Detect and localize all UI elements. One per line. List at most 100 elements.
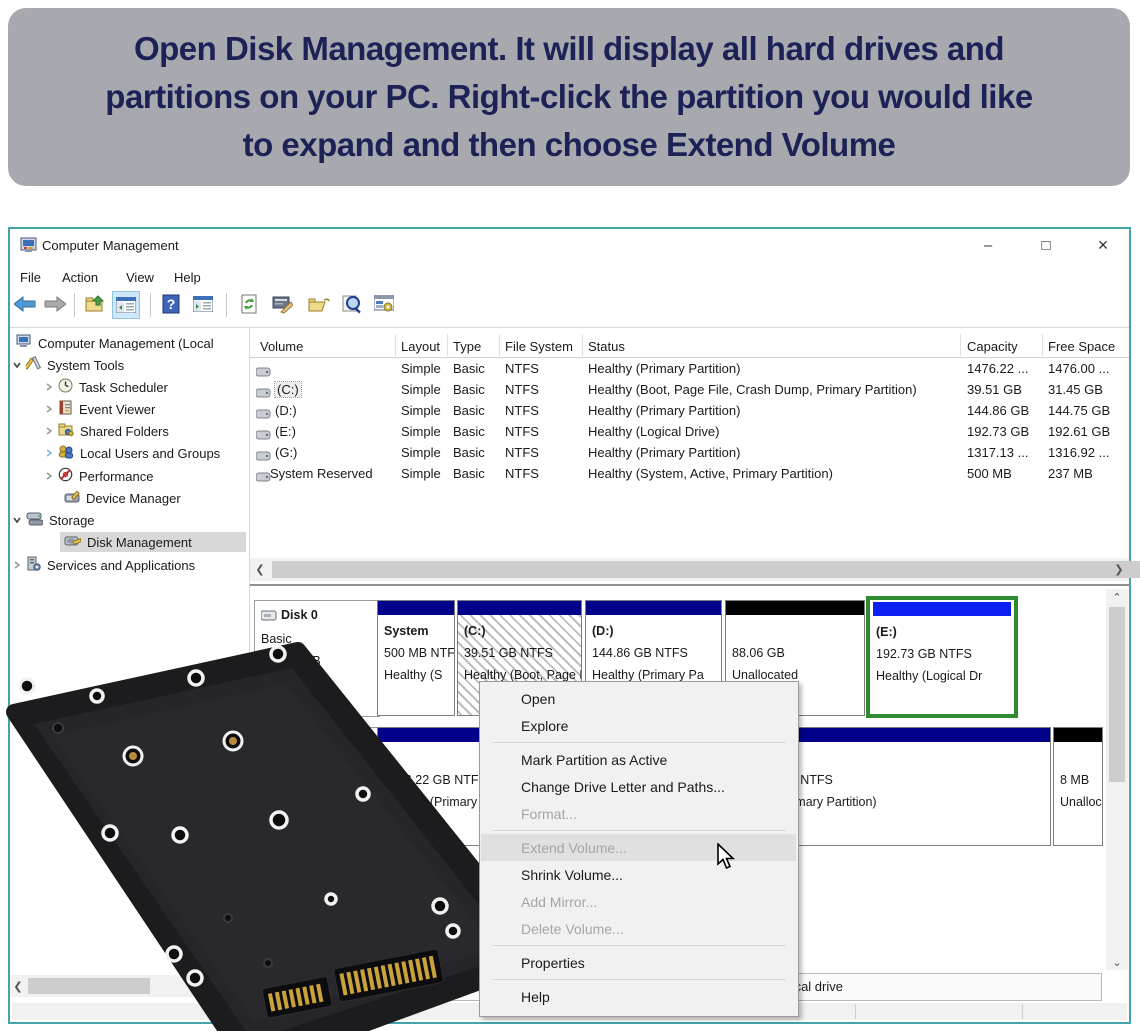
tree-item-task-scheduler[interactable]: Task Scheduler bbox=[44, 377, 168, 397]
tree-item-computer-management[interactable]: Computer Management (Local bbox=[16, 333, 214, 353]
list-horizontal-scrollbar[interactable]: ❮ ❯ bbox=[250, 558, 1129, 581]
table-row[interactable]: Simple Basic NTFS Healthy (Primary Parti… bbox=[250, 359, 1129, 380]
cell-fs: NTFS bbox=[505, 382, 539, 397]
cell-free: 237 MB bbox=[1048, 466, 1093, 481]
export-list-icon[interactable] bbox=[236, 291, 262, 317]
cell-type: Basic bbox=[453, 445, 485, 460]
disk0-name: Disk 0 bbox=[281, 608, 318, 622]
cell-status: Healthy (Primary Partition) bbox=[588, 403, 740, 418]
chevron-collapsed-icon[interactable] bbox=[44, 426, 54, 436]
menu-item-open[interactable]: Open bbox=[481, 685, 796, 712]
col-capacity[interactable]: Capacity bbox=[967, 339, 1018, 354]
partition-e[interactable]: (E:)192.73 GB NTFSHealthy (Logical Dr bbox=[866, 596, 1018, 718]
chevron-collapsed-icon[interactable] bbox=[44, 471, 54, 481]
tree-item-services-and-applications[interactable]: Services and Applications bbox=[12, 555, 195, 575]
cell-capacity: 500 MB bbox=[967, 466, 1012, 481]
chevron-expanded-icon[interactable] bbox=[12, 515, 22, 525]
scroll-up-icon[interactable]: ⌃ bbox=[1106, 589, 1128, 605]
tree-item-event-viewer[interactable]: Event Viewer bbox=[44, 399, 155, 419]
task-scheduler-icon bbox=[58, 378, 73, 396]
minimize-icon: – bbox=[984, 237, 992, 254]
cell-status: Healthy (System, Active, Primary Partiti… bbox=[588, 466, 833, 481]
maximize-icon: □ bbox=[1041, 237, 1050, 254]
console-window-icon[interactable] bbox=[190, 291, 216, 317]
col-type[interactable]: Type bbox=[453, 339, 481, 354]
partition-color-strip bbox=[458, 601, 581, 615]
tree-item-device-manager[interactable]: Device Manager bbox=[64, 488, 181, 508]
tree-item-storage[interactable]: Storage bbox=[12, 510, 95, 530]
col-layout[interactable]: Layout bbox=[401, 339, 440, 354]
tree-item-shared-folders[interactable]: Shared Folders bbox=[44, 421, 169, 441]
chevron-expanded-icon[interactable] bbox=[12, 360, 22, 370]
partition-color-strip bbox=[726, 601, 864, 615]
menu-item-help[interactable]: Help bbox=[481, 983, 796, 1010]
cell-fs: NTFS bbox=[505, 466, 539, 481]
menu-action[interactable]: Action bbox=[62, 270, 98, 285]
scroll-right-icon[interactable]: ❯ bbox=[1111, 558, 1127, 581]
tree-item-local-users-and-groups[interactable]: Local Users and Groups bbox=[44, 443, 220, 463]
chevron-collapsed-icon[interactable] bbox=[12, 560, 22, 570]
col-status[interactable]: Status bbox=[588, 339, 625, 354]
menu-help[interactable]: Help bbox=[174, 270, 201, 285]
device-manager-icon bbox=[64, 490, 80, 507]
tree-item-system-tools[interactable]: System Tools bbox=[12, 355, 124, 375]
cell-capacity: 144.86 GB bbox=[967, 403, 1029, 418]
volume-icon bbox=[256, 469, 271, 487]
table-row[interactable]: (C:) Simple Basic NTFS Healthy (Boot, Pa… bbox=[250, 380, 1129, 401]
col-free-space[interactable]: Free Space bbox=[1048, 339, 1115, 354]
cell-fs: NTFS bbox=[505, 445, 539, 460]
help-icon[interactable]: ? bbox=[158, 291, 184, 317]
cell-layout: Simple bbox=[401, 361, 441, 376]
up-folder-icon[interactable] bbox=[82, 291, 108, 317]
scrollbar-thumb[interactable] bbox=[272, 561, 1140, 578]
page: Open Disk Management. It will display al… bbox=[0, 0, 1140, 1031]
table-row[interactable]: (E:) Simple Basic NTFS Healthy (Logical … bbox=[250, 422, 1129, 443]
menu-view[interactable]: View bbox=[126, 270, 154, 285]
cell-volume: (E:) bbox=[275, 424, 296, 439]
chevron-collapsed-icon[interactable] bbox=[44, 404, 54, 414]
storage-icon bbox=[26, 511, 43, 529]
cell-layout: Simple bbox=[401, 382, 441, 397]
back-icon[interactable] bbox=[12, 291, 38, 317]
properties-icon[interactable] bbox=[269, 291, 295, 317]
show-console-tree-icon[interactable] bbox=[112, 291, 140, 319]
open-folder-icon[interactable] bbox=[306, 291, 332, 317]
users-icon bbox=[58, 444, 74, 462]
cell-type: Basic bbox=[453, 424, 485, 439]
partition-unallocated-8mb[interactable]: 8 MBUnallocated bbox=[1053, 727, 1103, 846]
scroll-down-icon[interactable]: ⌄ bbox=[1106, 954, 1128, 970]
tree-item-disk-management[interactable]: Disk Management bbox=[60, 532, 246, 552]
table-row[interactable]: (G:) Simple Basic NTFS Healthy (Primary … bbox=[250, 443, 1129, 464]
cell-status: Healthy (Boot, Page File, Crash Dump, Pr… bbox=[588, 382, 917, 397]
graph-vertical-scrollbar[interactable]: ⌃ ⌄ bbox=[1106, 589, 1128, 970]
remote-window-icon[interactable] bbox=[371, 291, 397, 317]
menu-item-shrink-volume[interactable]: Shrink Volume... bbox=[481, 861, 796, 888]
tree-item-performance[interactable]: Performance bbox=[44, 466, 153, 486]
menu-item-change-drive-letter[interactable]: Change Drive Letter and Paths... bbox=[481, 773, 796, 800]
menu-item-properties[interactable]: Properties bbox=[481, 949, 796, 976]
menu-item-explore[interactable]: Explore bbox=[481, 712, 796, 739]
cell-type: Basic bbox=[453, 466, 485, 481]
scroll-left-icon[interactable]: ❮ bbox=[252, 558, 268, 581]
minimize-button[interactable]: – bbox=[968, 233, 1008, 257]
menu-item-mark-partition-active[interactable]: Mark Partition as Active bbox=[481, 746, 796, 773]
col-file-system[interactable]: File System bbox=[505, 339, 573, 354]
partition-context-menu: Open Explore Mark Partition as Active Ch… bbox=[479, 681, 799, 1017]
chevron-collapsed-icon[interactable] bbox=[44, 382, 54, 392]
menu-item-extend-volume[interactable]: Extend Volume... bbox=[481, 834, 796, 861]
cell-layout: Simple bbox=[401, 403, 441, 418]
close-icon: × bbox=[1098, 235, 1109, 256]
menu-file[interactable]: File bbox=[20, 270, 41, 285]
chevron-collapsed-icon[interactable] bbox=[44, 448, 54, 458]
close-button[interactable]: × bbox=[1083, 233, 1123, 257]
table-row[interactable]: System Reserved Simple Basic NTFS Health… bbox=[250, 464, 1129, 485]
table-row[interactable]: (D:) Simple Basic NTFS Healthy (Primary … bbox=[250, 401, 1129, 422]
services-icon bbox=[26, 556, 41, 574]
cell-free: 31.45 GB bbox=[1048, 382, 1103, 397]
col-volume[interactable]: Volume bbox=[260, 339, 303, 354]
find-icon[interactable] bbox=[339, 291, 365, 317]
scrollbar-thumb[interactable] bbox=[1109, 607, 1125, 782]
maximize-button[interactable]: □ bbox=[1026, 233, 1066, 257]
menu-item-add-mirror: Add Mirror... bbox=[481, 888, 796, 915]
forward-icon[interactable] bbox=[42, 291, 68, 317]
